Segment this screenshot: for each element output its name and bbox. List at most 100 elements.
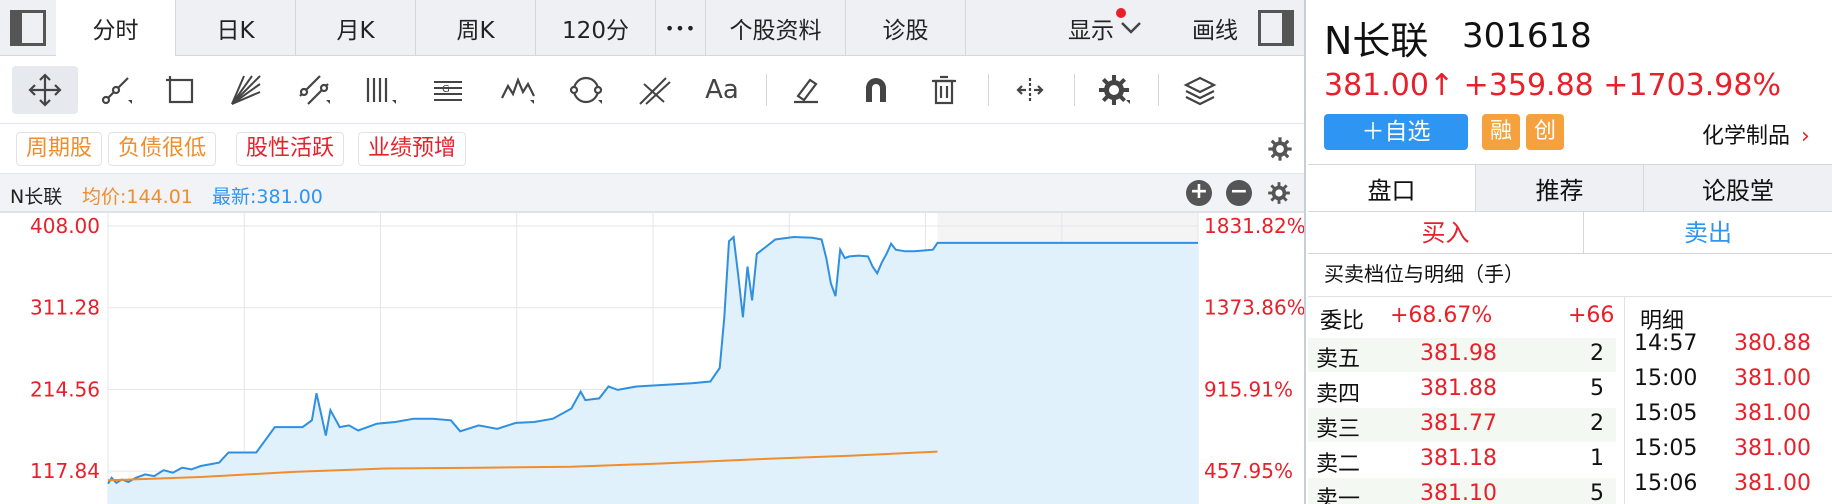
trade-price: 381.00 bbox=[1734, 366, 1811, 391]
vertical-lines-tool[interactable] bbox=[356, 66, 404, 114]
tag-earnings-growth[interactable]: 业绩预增 bbox=[358, 132, 467, 166]
legend-average: 均价:144.01 bbox=[82, 186, 193, 208]
toolbar-separator bbox=[988, 74, 989, 106]
tab-daily-k[interactable]: 日K bbox=[176, 0, 296, 56]
level-price: 381.88 bbox=[1420, 376, 1497, 401]
more-tabs-button[interactable]: ••• bbox=[656, 0, 706, 56]
tab-120min[interactable]: 120分 bbox=[536, 0, 656, 56]
delete-tool[interactable] bbox=[920, 66, 968, 114]
cycle-tool[interactable] bbox=[562, 66, 610, 114]
level-label: 卖五 bbox=[1316, 347, 1361, 372]
tab-intraday[interactable]: 分时 bbox=[56, 0, 176, 56]
draw-line-button[interactable]: 画线 bbox=[1170, 0, 1260, 56]
line-segment-icon bbox=[101, 77, 132, 105]
layers-tool[interactable] bbox=[1176, 66, 1224, 114]
collapse-left-icon[interactable] bbox=[10, 10, 46, 46]
display-label: 显示 bbox=[1068, 18, 1114, 44]
wave-icon bbox=[501, 76, 535, 104]
display-dropdown[interactable]: 显示 bbox=[1040, 0, 1170, 56]
rectangle-tool[interactable] bbox=[156, 66, 204, 114]
channel-tool[interactable] bbox=[290, 66, 338, 114]
gann-icon: G bbox=[434, 81, 462, 101]
split-tool[interactable] bbox=[1006, 66, 1054, 114]
trade-time: 15:00 bbox=[1634, 366, 1698, 391]
column-divider bbox=[1624, 296, 1625, 504]
tab-forum[interactable]: 论股堂 bbox=[1644, 165, 1832, 211]
move-tool[interactable] bbox=[12, 66, 78, 114]
tab-monthly-k[interactable]: 月K bbox=[296, 0, 416, 56]
y-tick-label: 408.00 bbox=[30, 214, 100, 238]
intraday-chart[interactable]: 408.00 311.28 214.56 117.84 1831.82% 1373.86… bbox=[0, 212, 1306, 504]
collapse-right-icon[interactable] bbox=[1258, 10, 1294, 46]
gear-icon[interactable] bbox=[1266, 135, 1294, 163]
notification-dot bbox=[1116, 8, 1126, 18]
tab-order-book[interactable]: 盘口 bbox=[1308, 165, 1476, 211]
level-price: 381.10 bbox=[1420, 481, 1497, 504]
zoom-out-icon[interactable]: − bbox=[1226, 180, 1252, 206]
level-volume: 1 bbox=[1590, 446, 1604, 471]
legend-last: 最新:381.00 bbox=[212, 186, 323, 208]
sell-button[interactable]: 卖出 bbox=[1584, 212, 1832, 254]
industry-link[interactable]: 化学制品 › bbox=[1702, 118, 1810, 150]
drawing-toolbar: G Aa bbox=[0, 56, 1304, 124]
trade-row: 15:05 381.00 bbox=[1634, 433, 1832, 467]
period-tab-bar: 分时 日K 月K 周K 120分 ••• 个股资料 诊股 显示 画线 bbox=[0, 0, 1304, 56]
settings-tool[interactable] bbox=[1090, 66, 1138, 114]
channel-icon bbox=[299, 75, 330, 105]
order-book-row[interactable]: 卖五 381.98 2 bbox=[1308, 338, 1616, 372]
level-price: 381.18 bbox=[1420, 446, 1497, 471]
stock-name: N长联 bbox=[1324, 19, 1429, 63]
split-icon bbox=[1016, 78, 1044, 102]
tag-low-debt[interactable]: 负债很低 bbox=[108, 132, 217, 166]
order-book-row[interactable]: 卖一 381.10 5 bbox=[1308, 478, 1616, 504]
order-book-row[interactable]: 卖三 381.77 2 bbox=[1308, 408, 1616, 442]
layers-icon bbox=[1183, 76, 1217, 106]
magnet-tool[interactable] bbox=[852, 66, 900, 114]
tag-active[interactable]: 股性活跃 bbox=[236, 132, 345, 166]
chart-legend: N长联 均价:144.01 最新:381.00 + − bbox=[0, 174, 1304, 212]
wave-tool[interactable] bbox=[494, 66, 542, 114]
order-book-row[interactable]: 卖二 381.18 1 bbox=[1308, 443, 1616, 477]
stock-code: 301618 bbox=[1462, 16, 1592, 56]
pct-tick-label: 1373.86% bbox=[1204, 296, 1306, 320]
tab-diagnose[interactable]: 诊股 bbox=[846, 0, 966, 56]
tab-recommend[interactable]: 推荐 bbox=[1476, 165, 1644, 211]
buy-button[interactable]: 买入 bbox=[1308, 212, 1584, 254]
order-ratio-pct: +68.67% bbox=[1390, 303, 1493, 328]
toolbar-separator bbox=[1074, 74, 1075, 106]
gear-icon[interactable] bbox=[1266, 180, 1292, 206]
industry-label: 化学制品 bbox=[1702, 124, 1791, 149]
order-detail-title: 买卖档位与明细（手） bbox=[1324, 262, 1524, 286]
magnet-icon bbox=[866, 78, 886, 102]
tag-cyclical[interactable]: 周期股 bbox=[16, 132, 103, 166]
level-label: 卖一 bbox=[1316, 487, 1361, 504]
rectangle-icon bbox=[166, 76, 194, 104]
trade-price: 381.00 bbox=[1734, 436, 1811, 461]
level-volume: 2 bbox=[1590, 341, 1604, 366]
trade-price: 381.00 bbox=[1734, 401, 1811, 426]
line-segment-tool[interactable] bbox=[92, 66, 140, 114]
trade-time: 15:05 bbox=[1634, 401, 1698, 426]
vertical-lines-icon bbox=[366, 78, 396, 104]
text-tool[interactable]: Aa bbox=[698, 66, 746, 114]
trade-price: 381.00 bbox=[1734, 471, 1811, 496]
order-ratio-diff: +66 bbox=[1568, 303, 1615, 328]
fan-lines-tool[interactable] bbox=[222, 66, 270, 114]
gann-tool[interactable]: G bbox=[424, 66, 472, 114]
trade-row: 15:06 381.00 bbox=[1634, 468, 1832, 502]
text-icon: Aa bbox=[705, 75, 739, 105]
eraser-tool[interactable] bbox=[782, 66, 830, 114]
tab-weekly-k[interactable]: 周K bbox=[416, 0, 536, 56]
fork-tool[interactable] bbox=[630, 66, 678, 114]
add-watchlist-button[interactable]: ＋自选 bbox=[1324, 114, 1468, 150]
margin-badge: 融 bbox=[1482, 114, 1520, 150]
level-price: 381.98 bbox=[1420, 341, 1497, 366]
order-book-row[interactable]: 卖四 381.88 5 bbox=[1308, 373, 1616, 407]
tab-stock-profile[interactable]: 个股资料 bbox=[706, 0, 846, 56]
trade-time: 15:06 bbox=[1634, 471, 1698, 496]
cycle-icon bbox=[569, 76, 603, 104]
trade-time: 14:57 bbox=[1634, 331, 1698, 356]
trade-row: 15:00 381.00 bbox=[1634, 363, 1832, 397]
zoom-in-icon[interactable]: + bbox=[1186, 180, 1212, 206]
quote-panel: N长联 301618 381.00↑ +359.88 +1703.98% ＋自选… bbox=[1308, 0, 1832, 504]
